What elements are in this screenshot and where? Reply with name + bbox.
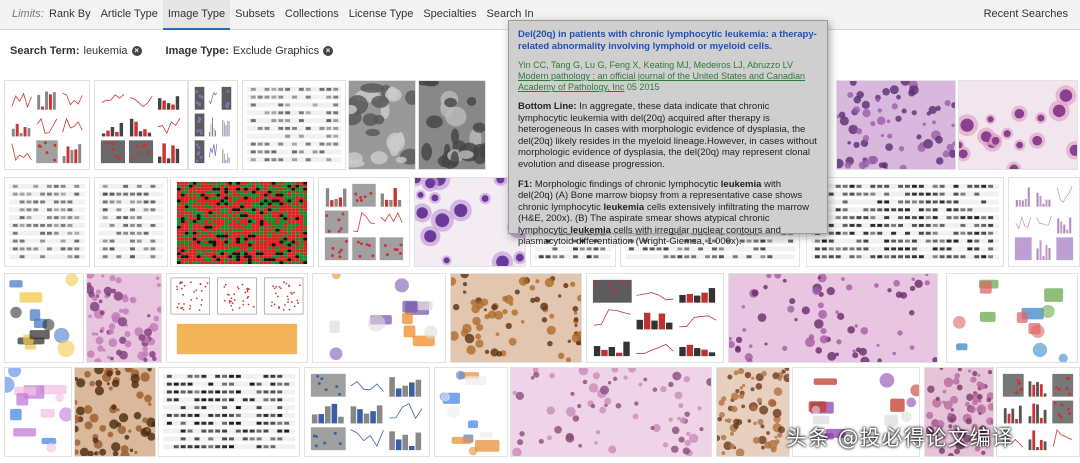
result-thumbnail[interactable] <box>312 273 446 363</box>
result-thumbnail[interactable] <box>806 177 1004 267</box>
image-type-filter: Image Type: Exclude Graphics × <box>166 44 334 58</box>
article-authors: Yin CC, Tang G, Lu G, Feng X, Keating MJ… <box>518 60 793 71</box>
figure-label: F1: <box>518 178 533 190</box>
result-thumbnail[interactable] <box>586 273 724 363</box>
result-thumbnail[interactable] <box>94 80 188 170</box>
limits-menu-item[interactable]: Collections <box>280 0 344 30</box>
result-thumbnail[interactable] <box>318 177 410 267</box>
search-term-label: Search Term: <box>10 45 80 57</box>
figure-caption: F1: Morphologic findings of chronic lymp… <box>518 179 818 248</box>
result-thumbnail[interactable] <box>836 80 956 170</box>
result-thumbnail[interactable] <box>94 177 168 267</box>
image-detail-tooltip: Del(20q) in patients with chronic lympho… <box>508 20 828 247</box>
result-thumbnail[interactable] <box>74 367 156 457</box>
result-thumbnail[interactable] <box>242 80 346 170</box>
active-filters: Search Term: leukemia × Image Type: Excl… <box>10 44 357 58</box>
result-thumbnail[interactable] <box>946 273 1078 363</box>
remove-search-term-icon[interactable]: × <box>131 46 142 56</box>
result-thumbnail[interactable] <box>158 367 300 457</box>
result-thumbnail[interactable] <box>434 367 508 457</box>
result-thumbnail[interactable] <box>958 80 1078 170</box>
figure-caption-text: Morphologic findings of chronic lymphocy… <box>518 179 809 248</box>
limits-menu-item[interactable]: Specialties <box>418 0 481 30</box>
limits-menu-item[interactable]: Rank By <box>44 0 96 30</box>
limits-menu-item[interactable]: Image Type <box>162 0 231 30</box>
result-thumbnail[interactable] <box>728 273 938 363</box>
limits-label: Limits: <box>12 8 44 20</box>
result-thumbnail[interactable] <box>716 367 790 457</box>
image-type-label: Image Type: <box>165 45 229 57</box>
caption-fragment: Morphologic findings of chronic lymphocy… <box>534 178 721 190</box>
highlighted-keyword: leukemia <box>720 178 762 190</box>
limits-menu: Rank By Article Type Image Type Subsets Coll… <box>44 0 539 30</box>
search-term-value: leukemia <box>83 45 128 57</box>
limits-menu-item[interactable]: License Type <box>344 0 419 30</box>
watermark: 头条 @投必得论文编译 <box>786 426 1014 450</box>
bottom-line-label: Bottom Line: <box>518 101 577 113</box>
result-thumbnail[interactable] <box>418 80 486 170</box>
result-thumbnail[interactable] <box>348 80 416 170</box>
search-term-filter: Search Term: leukemia × <box>10 44 142 58</box>
article-citation: Yin CC, Tang G, Lu G, Feng X, Keating MJ… <box>518 60 818 93</box>
result-thumbnail[interactable] <box>4 273 84 363</box>
result-thumbnail[interactable] <box>4 80 90 170</box>
article-title-link[interactable]: Del(20q) in patients with chronic lympho… <box>518 29 818 52</box>
highlighted-keyword: leukemia <box>570 224 611 236</box>
recent-searches-link[interactable]: Recent Searches <box>984 8 1068 20</box>
result-thumbnail[interactable] <box>510 367 712 457</box>
limits-menu-item[interactable]: Subsets <box>230 0 280 30</box>
result-thumbnail[interactable] <box>304 367 430 457</box>
result-thumbnail[interactable] <box>450 273 582 363</box>
result-thumbnail[interactable] <box>4 367 72 457</box>
bottom-line: Bottom Line: In aggregate, these data in… <box>518 101 818 170</box>
result-thumbnail[interactable] <box>166 273 308 363</box>
image-type-value: Exclude Graphics <box>232 45 320 57</box>
result-thumbnail[interactable] <box>86 273 162 363</box>
article-year: 05 2015 <box>626 82 660 93</box>
result-thumbnail[interactable] <box>188 80 238 170</box>
result-thumbnail[interactable] <box>4 177 90 267</box>
result-thumbnail[interactable] <box>1008 177 1080 267</box>
result-thumbnail[interactable] <box>170 177 314 267</box>
limits-menu-item[interactable]: Article Type <box>96 0 163 30</box>
remove-image-type-icon[interactable]: × <box>323 46 334 56</box>
highlighted-keyword: leukemia <box>603 201 645 213</box>
journal-link[interactable]: Modern pathology : an official journal o… <box>518 71 805 92</box>
